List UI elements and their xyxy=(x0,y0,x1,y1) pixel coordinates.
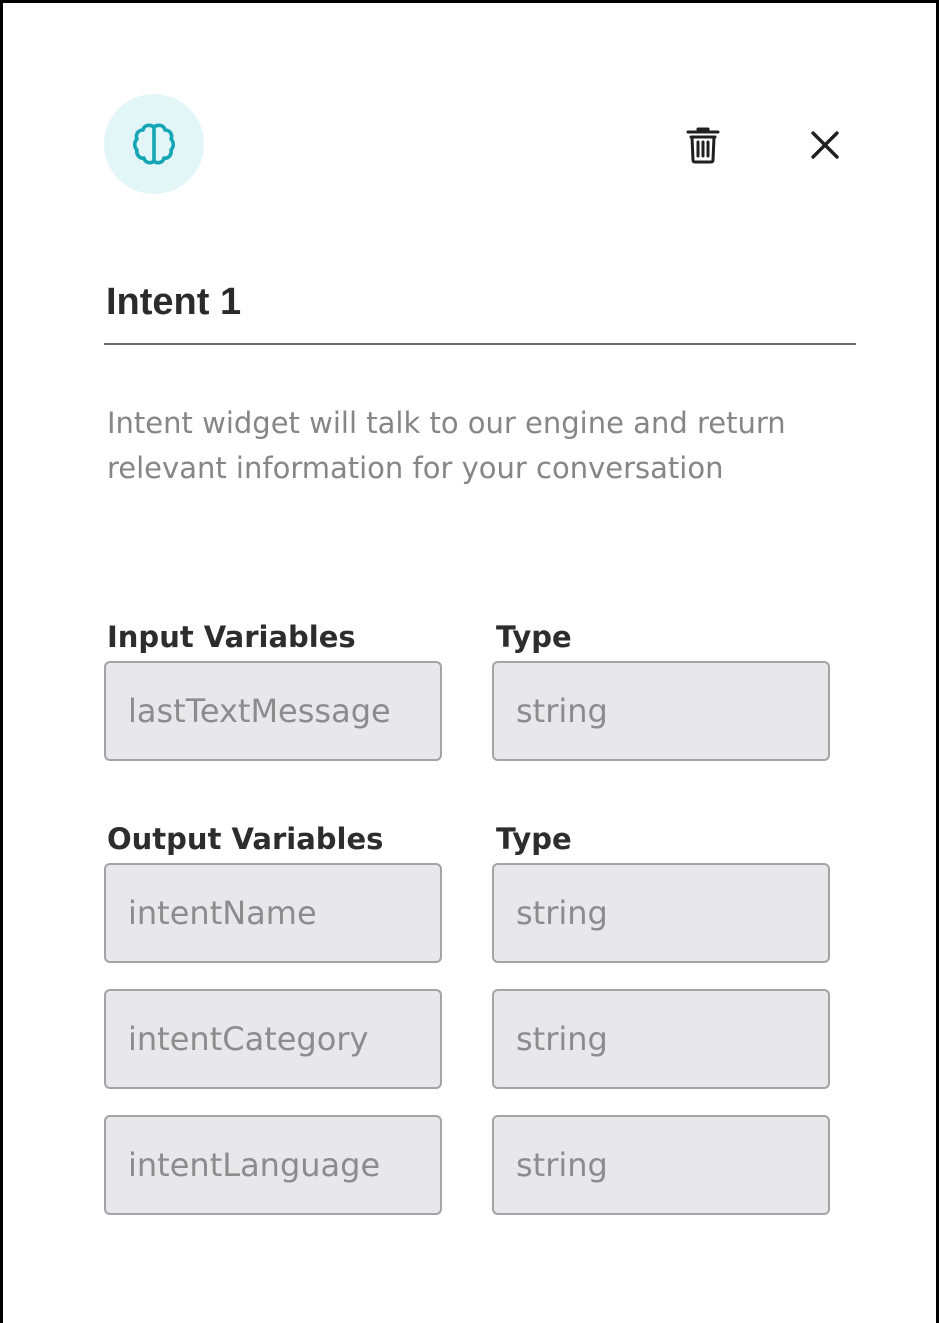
widget-title-input[interactable] xyxy=(104,275,856,345)
widget-type-badge xyxy=(104,94,204,194)
output-variables-label: Output Variables xyxy=(107,822,384,856)
input-variable-name-field[interactable] xyxy=(104,661,442,761)
output-variable-name-field[interactable] xyxy=(104,1115,442,1215)
input-variable-type-field[interactable] xyxy=(492,661,830,761)
brain-icon xyxy=(132,123,176,165)
input-variables-label: Input Variables xyxy=(107,620,356,654)
output-variable-type-field[interactable] xyxy=(492,863,830,963)
close-button[interactable] xyxy=(801,121,849,169)
widget-description: Intent widget will talk to our engine an… xyxy=(107,406,786,485)
output-variable-type-field[interactable] xyxy=(492,989,830,1089)
output-variable-type-field[interactable] xyxy=(492,1115,830,1215)
close-icon xyxy=(811,131,839,159)
output-variable-name-field[interactable] xyxy=(104,989,442,1089)
input-type-label: Type xyxy=(496,620,572,654)
trash-icon xyxy=(686,127,720,164)
intent-widget-panel: Intent widget will talk to our engine an… xyxy=(0,0,939,1323)
output-variable-name-field[interactable] xyxy=(104,863,442,963)
output-type-label: Type xyxy=(496,822,572,856)
delete-button[interactable] xyxy=(679,121,727,169)
